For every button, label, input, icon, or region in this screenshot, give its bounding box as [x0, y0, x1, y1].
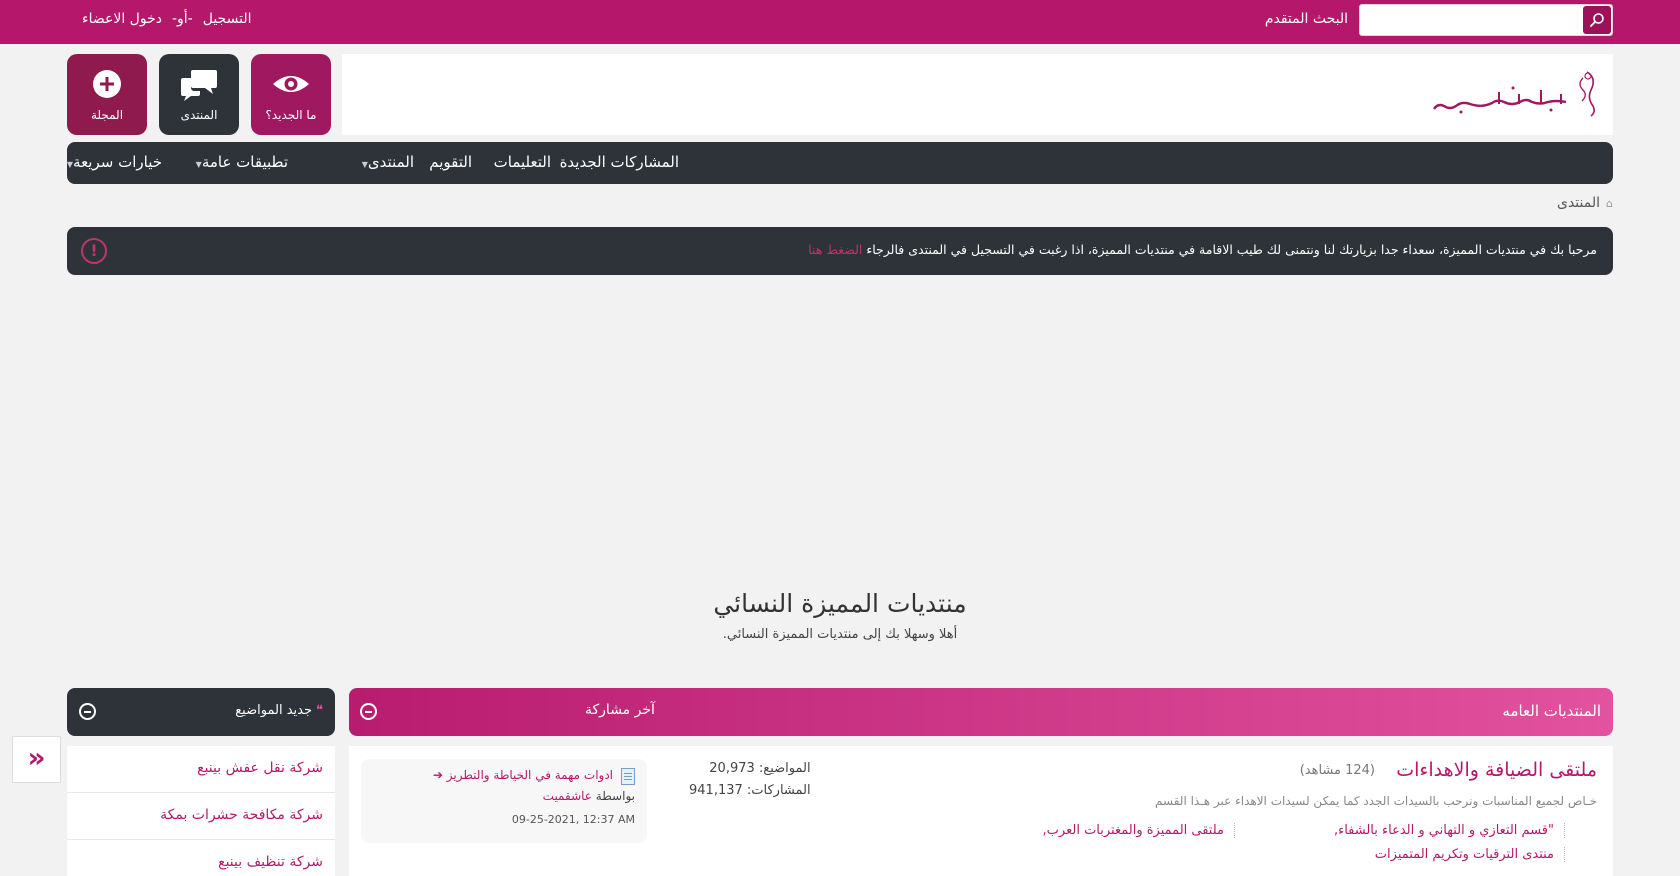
double-chevron-left-icon[interactable]: «	[12, 736, 61, 783]
nav-help[interactable]: التعليمات	[494, 153, 551, 171]
search-box	[1359, 4, 1613, 36]
last-post-title-text: ادوات مهمة في الخياطة والتطريز	[446, 768, 613, 782]
search-button[interactable]	[1583, 6, 1611, 34]
last-post-author[interactable]: عاشقميت	[543, 789, 592, 803]
whats-new-button[interactable]: ما الجديد؟	[251, 54, 331, 135]
auth-links: التسجيل -أو- دخول الاعضاء	[72, 11, 251, 27]
speech-bubbles-icon: ❝	[316, 703, 323, 718]
register-link[interactable]: التسجيل	[203, 11, 252, 27]
forum-button[interactable]: المنتدى	[159, 54, 239, 135]
forum-stats: المواضيع: 20,973 المشاركات: 941,137	[689, 758, 811, 802]
forum-views: (124 مشاهد)	[1299, 763, 1375, 778]
forum-description: خـاص لجميع المناسبات ونرحب بالسيدات الجد…	[1155, 794, 1597, 808]
list-item[interactable]: شركة تنظيف بينبع	[67, 840, 335, 876]
nav-calendar[interactable]: التقويم	[429, 153, 472, 171]
notice-text: مرحبا بك في منتديات المميزة، سعداء جدا ب…	[808, 242, 1597, 257]
top-bar: البحث المتقدم التسجيل -أو- دخول الاعضاء	[0, 0, 1680, 44]
login-link[interactable]: دخول الاعضاء	[82, 11, 162, 27]
home-icon[interactable]: ⌂	[1606, 197, 1613, 210]
page-subtitle: أهلا وسهلا بك إلى منتديات المميزة النسائ…	[722, 627, 958, 642]
plus-circle-icon	[93, 70, 121, 98]
document-icon	[621, 768, 635, 785]
post-count: المشاركات: 941,137	[689, 783, 811, 798]
list-item[interactable]: شركة نقل عفش بينبع	[67, 746, 335, 793]
breadcrumb-forum[interactable]: المنتدى	[1557, 195, 1600, 211]
nav-quick-options-label: خيارات سريعة	[73, 153, 162, 171]
search-icon	[1589, 13, 1604, 28]
subforum-link[interactable]: "قسم التعازي و التهاني و الدعاء بالشفاء,	[1334, 823, 1565, 838]
magazine-label: المجلة	[90, 108, 124, 122]
nav-quick-options-menu[interactable]: خيارات سريعة▼	[64, 153, 162, 171]
subforum-link[interactable]: منتدى الترقيات وتكريم المتميزات	[1375, 847, 1565, 862]
last-post-header: آخر مشاركة	[585, 702, 655, 718]
subforum-link[interactable]: ملتقى المميزة والمغتربات العرب,	[1043, 823, 1235, 838]
nav-forum-label: المنتدى	[367, 153, 414, 171]
last-post-box: ادوات مهمة في الخياطة والتطريز ➔ بواسطة …	[361, 759, 647, 843]
notice-message: مرحبا بك في منتديات المميزة، سعداء جدا ب…	[862, 242, 1597, 257]
advanced-search-link[interactable]: البحث المتقدم	[1265, 11, 1348, 27]
by-label: بواسطة	[595, 789, 635, 803]
latest-topics-title-text: جديد المواضيع	[235, 703, 312, 718]
last-post-by: بواسطة عاشقميت	[543, 789, 635, 803]
latest-topics-list: شركة نقل عفش بينبع شركة مكافحة حشرات بمك…	[67, 746, 335, 876]
category-title[interactable]: المنتديات العامه	[1502, 702, 1601, 720]
magazine-button[interactable]: المجلة	[67, 54, 147, 135]
latest-topics-title: ❝ جديد المواضيع	[235, 703, 323, 718]
or-separator: -أو-	[171, 11, 193, 27]
topic-count: المواضيع: 20,973	[709, 761, 811, 776]
latest-topics-header: ❝ جديد المواضيع	[67, 688, 335, 736]
site-logo[interactable]	[1401, 64, 1601, 124]
whats-new-label: ما الجديد؟	[265, 108, 317, 122]
category-header: المنتديات العامه آخر مشاركة	[349, 688, 1613, 736]
forum-title[interactable]: ملتقى الضيافة والاهداءات	[1396, 759, 1597, 781]
last-post-date: 09-25-2021, 12:37 AM	[511, 813, 635, 826]
main-navbar: المشاركات الجديدة التعليمات التقويم المن…	[67, 142, 1613, 184]
search-input[interactable]	[1368, 8, 1578, 32]
go-to-post-arrow-icon[interactable]: ➔	[433, 768, 443, 782]
forum-label: المنتدى	[180, 108, 218, 122]
nav-forum-menu[interactable]: المنتدى▼	[359, 153, 414, 171]
nav-general-apps-menu[interactable]: تطبيقات عامة▼	[193, 153, 288, 171]
nav-general-apps-label: تطبيقات عامة	[201, 153, 288, 171]
collapse-icon[interactable]	[79, 703, 96, 720]
collapse-icon[interactable]	[360, 703, 377, 720]
alert-icon: !	[81, 238, 107, 264]
nav-new-posts[interactable]: المشاركات الجديدة	[560, 153, 679, 171]
breadcrumb: ⌂ المنتدى	[1557, 195, 1613, 211]
page-title: منتديات المميزة النسائي	[713, 589, 967, 618]
forum-row: ملتقى الضيافة والاهداءات (124 مشاهد) خـا…	[349, 746, 1613, 876]
chat-bubbles-icon	[181, 70, 217, 101]
eye-icon	[273, 76, 309, 92]
notice-register-link[interactable]: الضغط هنا	[808, 242, 862, 257]
header-banner	[342, 54, 1613, 135]
welcome-notice: مرحبا بك في منتديات المميزة، سعداء جدا ب…	[67, 227, 1613, 275]
last-post-title[interactable]: ادوات مهمة في الخياطة والتطريز ➔	[433, 768, 613, 782]
list-item[interactable]: شركة مكافحة حشرات بمكة	[67, 793, 335, 840]
